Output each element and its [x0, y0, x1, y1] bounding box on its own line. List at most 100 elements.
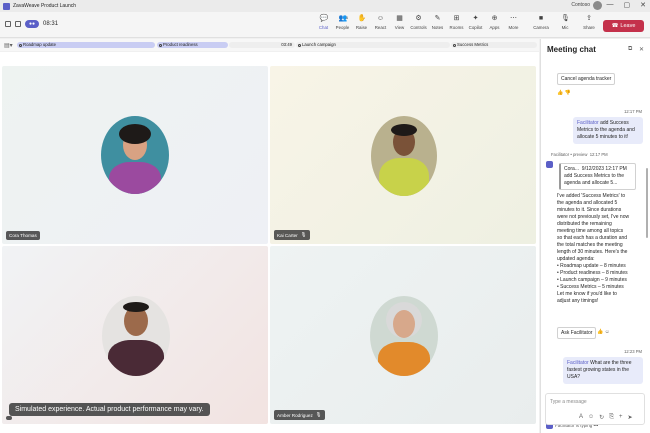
reply-line: were not previously set, I've now [557, 214, 630, 220]
chat-button[interactable]: 💬 Chat [314, 15, 333, 30]
share-button[interactable]: ⇪ Share [577, 15, 601, 30]
video-tile[interactable] [2, 246, 268, 424]
reply-line: distributed the remaining [557, 221, 612, 227]
video-tile[interactable]: Kai Carter 🎙 [270, 66, 536, 244]
react-button[interactable]: ☺ React [371, 15, 390, 30]
apps-icon: ⊕ [491, 15, 498, 22]
view-label: View [394, 25, 405, 30]
meeting-toolbar: ●● 08:31 💬 Chat 👥 4 People ✋ Raise ☺ React ▦ View ⚙… [0, 12, 650, 38]
user-message: Facilitator add Success Metrics to the a… [573, 117, 643, 144]
video-tile[interactable]: Cora Thomas [2, 66, 268, 244]
notes-icon: ✎ [434, 15, 441, 22]
smile-icon: ☺ [376, 15, 385, 22]
participant-name: Kai Carter 🎙 [274, 230, 310, 240]
reply-line: length of 30 minutes. Here's the [557, 249, 628, 255]
meeting-status: ●● 08:31 [5, 20, 58, 28]
window-controls: — ▢ ✕ [607, 1, 647, 9]
avatar [102, 296, 170, 376]
account-avatar[interactable] [593, 1, 602, 10]
reply-line: the total matches the meeting [557, 242, 623, 248]
share-icon: ⇪ [586, 15, 592, 22]
message-time: 12:23 PM [624, 349, 642, 354]
ask-facilitator-button[interactable]: Ask Facilitator [557, 327, 597, 339]
agenda-item-2[interactable]: Product readiness [157, 42, 228, 48]
camera-icon: ■ [538, 15, 544, 22]
minimize-button[interactable]: — [607, 1, 614, 9]
raise-button[interactable]: ✋ Raise [352, 15, 371, 30]
avatar [101, 116, 169, 194]
participant-name: Cora Thomas [6, 231, 40, 240]
people-button[interactable]: 👥 4 People [333, 15, 352, 30]
window-title: ZavaWeave Product Launch [13, 3, 77, 9]
reply-line: I've added 'Success Metrics' to [557, 193, 626, 199]
reaction-icons[interactable]: 👍 👎 [557, 90, 571, 96]
mic-icon: 🎙 [561, 15, 570, 22]
video-tile[interactable]: Amber Rodriguez 🎙 [270, 246, 536, 424]
cancel-agenda-button[interactable]: Cancel agenda tracker [557, 73, 616, 85]
raise-label: Raise [355, 25, 368, 30]
agenda-item-4[interactable]: Launch campaign [296, 42, 450, 48]
reaction-icons[interactable]: 👍 ☺ [597, 329, 610, 335]
apps-button[interactable]: ⊕ Apps [485, 15, 504, 30]
chat-messages: Cancel agenda tracker 👍 👎 12:17 PM Facil… [541, 59, 650, 391]
notes-button[interactable]: ✎ Notes [428, 15, 447, 30]
rooms-button[interactable]: ⊞ Rooms [447, 15, 466, 30]
mic-button[interactable]: 🎙 Mic [553, 15, 577, 30]
agenda-tracker: ▤▾ Roadmap update Product readiness 03:4… [0, 39, 539, 51]
quoted-message[interactable]: Cora... 9/12/2023 12:17 PM add Success Me… [559, 163, 636, 190]
shield-icon[interactable] [5, 21, 11, 27]
agenda-item-3[interactable]: 03:49 [229, 42, 295, 48]
disclaimer-toast: Simulated experience. Actual product per… [9, 403, 210, 416]
mic-muted-icon: 🎙 [300, 232, 307, 237]
chat-title: Meeting chat [547, 45, 596, 54]
agenda-item-5[interactable]: Success Metrics [451, 42, 537, 48]
reply-line: meeting time among all topics [557, 228, 624, 234]
facilitator-reply: I've added 'Success Metrics' to the agend… [555, 193, 645, 305]
reply-meta: Facilitator • preview 12:17 PM [551, 152, 608, 157]
view-button[interactable]: ▦ View [390, 15, 409, 30]
close-window-button[interactable]: ✕ [640, 1, 646, 9]
controls-label: Controls [410, 25, 427, 30]
message-time: 12:17 PM [624, 109, 642, 114]
agenda-menu-icon[interactable]: ▤▾ [4, 42, 13, 49]
reply-line: adjust any timings! [557, 298, 599, 304]
copilot-icon: ✦ [472, 15, 479, 22]
recording-badge: ●● [25, 20, 40, 28]
mic-muted-icon: 🎙 [315, 412, 322, 417]
title-bar: ZavaWeave Product Launch Contoso — ▢ ✕ [0, 0, 650, 12]
message-input[interactable]: Type a message [550, 399, 587, 405]
plus-icon[interactable]: + [619, 414, 623, 421]
copilot-button[interactable]: ✦ Copilot [466, 15, 485, 30]
react-label: React [374, 25, 387, 30]
reply-line: • Launch campaign – 9 minutes [557, 277, 627, 283]
avatar [371, 116, 437, 196]
video-stage: Cora Thomas Kai Carter 🎙 Amber Rodriguez 🎙 [0, 52, 539, 433]
people-count: 4 [345, 15, 348, 20]
popout-icon[interactable]: ⧉ [628, 46, 632, 53]
notes-label: Notes [431, 25, 444, 30]
meeting-chat-panel: Meeting chat ⧉ ✕ Cancel agenda tracker 👍… [540, 39, 650, 433]
chat-scrollbar[interactable] [646, 168, 648, 238]
more-button[interactable]: ⋯ More [504, 15, 523, 30]
attach-icon[interactable]: ⎘ [609, 414, 614, 421]
reply-line: minutes to it. Since durations [557, 207, 622, 213]
copilot-label: Copilot [468, 25, 483, 30]
reply-line: so that each has a duration and [557, 235, 628, 241]
controls-button[interactable]: ⚙ Controls [409, 15, 428, 30]
facilitator-avatar [546, 161, 553, 168]
agenda-item-1[interactable]: Roadmap update [17, 42, 155, 48]
org-name[interactable]: Contoso [571, 2, 590, 8]
maximize-button[interactable]: ▢ [624, 1, 631, 9]
user-message: Facilitator What are the three fastest g… [563, 357, 643, 384]
controls-icon: ⚙ [415, 15, 422, 22]
send-icon[interactable]: ➤ [628, 414, 633, 421]
format-icon[interactable]: A [579, 414, 583, 421]
leave-button[interactable]: ☎ Leave [603, 20, 644, 32]
camera-button[interactable]: ■ Camera [529, 15, 553, 30]
screen-icon[interactable] [15, 21, 21, 27]
close-chat-icon[interactable]: ✕ [639, 46, 644, 53]
emoji-icon[interactable]: ☺ [588, 414, 594, 421]
message-composer[interactable]: Type a message A ☺ ↻ ⎘ + ➤ [545, 393, 645, 425]
loop-icon[interactable]: ↻ [599, 414, 604, 421]
meeting-timer: 08:31 [43, 21, 59, 27]
